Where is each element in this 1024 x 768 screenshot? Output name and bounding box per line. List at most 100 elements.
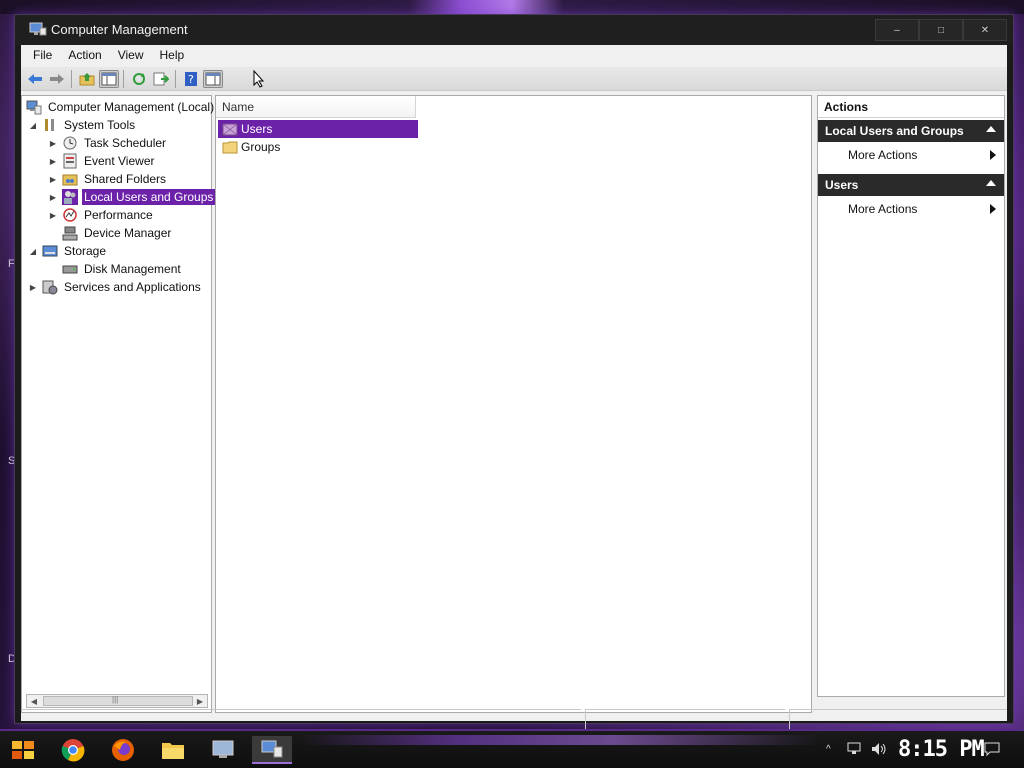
mouse-cursor-icon <box>253 70 265 88</box>
tree-item-disk-management[interactable]: Disk Management <box>58 260 183 278</box>
expand-arrow-icon[interactable]: ▶ <box>48 210 58 220</box>
file-explorer-icon[interactable] <box>158 736 188 764</box>
expand-arrow-icon[interactable]: ▶ <box>48 192 58 202</box>
tree-horizontal-scrollbar[interactable]: ◀ ||| ▶ <box>26 694 208 708</box>
menu-view[interactable]: View <box>110 46 152 64</box>
menu-action[interactable]: Action <box>60 46 109 64</box>
status-bar-segment <box>789 709 1007 729</box>
tree-label: Performance <box>84 208 153 222</box>
toolbar-separator <box>175 70 176 88</box>
computer-management-icon <box>26 100 42 115</box>
show-action-pane-icon[interactable] <box>203 70 223 88</box>
shared-folder-icon <box>62 174 78 186</box>
toolbar-separator <box>71 70 72 88</box>
actions-section-label: Local Users and Groups <box>825 124 964 138</box>
tree-item-device-manager[interactable]: Device Manager <box>58 224 173 242</box>
tree-item-root[interactable]: Computer Management (Local) <box>26 98 216 116</box>
expand-arrow-icon[interactable]: ▶ <box>48 174 58 184</box>
system-icon[interactable] <box>208 736 238 764</box>
scroll-left-icon[interactable]: ◀ <box>27 695 41 707</box>
computer-management-window: Computer Management – □ ✕ File Action Vi… <box>14 14 1014 729</box>
computer-management-icon <box>29 22 47 36</box>
taskbar: ^ 8:15 PM <box>0 729 1024 768</box>
title-bar[interactable]: Computer Management – □ ✕ <box>15 15 1013 45</box>
tree-item-event-viewer[interactable]: ▶ Event Viewer <box>48 152 156 170</box>
tree-label: Local Users and Groups <box>82 189 216 205</box>
help-icon[interactable]: ? <box>181 70 201 88</box>
tree-item-performance[interactable]: ▶ Performance <box>48 206 155 224</box>
actions-title: Actions <box>818 96 1004 118</box>
menu-bar: File Action View Help <box>21 45 1007 65</box>
disk-management-icon <box>62 265 78 274</box>
submenu-arrow-icon <box>990 150 996 160</box>
more-actions-label: More Actions <box>848 202 918 216</box>
services-icon <box>42 280 58 295</box>
scroll-right-icon[interactable]: ▶ <box>193 695 207 707</box>
folder-icon <box>222 123 238 136</box>
close-button[interactable]: ✕ <box>963 19 1007 41</box>
refresh-icon[interactable] <box>129 70 149 88</box>
status-bar-segment <box>585 709 785 729</box>
network-icon[interactable] <box>846 741 864 757</box>
list-item-users[interactable]: Users <box>218 120 418 138</box>
tree-item-shared-folders[interactable]: ▶ Shared Folders <box>48 170 168 188</box>
window-client-area: File Action View Help ? Computer Managem… <box>21 45 1007 729</box>
minimize-button[interactable]: – <box>875 19 919 41</box>
tree-label: Task Scheduler <box>84 136 167 150</box>
export-list-icon[interactable] <box>151 70 171 88</box>
clock-icon <box>63 136 77 150</box>
expand-arrow-icon[interactable]: ▶ <box>28 282 38 292</box>
actions-section-users[interactable]: Users <box>818 174 1004 196</box>
up-folder-icon[interactable] <box>77 70 97 88</box>
expand-arrow-icon[interactable]: ▶ <box>48 156 58 166</box>
start-icon[interactable] <box>8 736 38 764</box>
console-tree: Computer Management (Local) ◢ System Too… <box>21 95 216 713</box>
column-header-name[interactable]: Name <box>216 96 416 118</box>
status-bar-segment <box>21 709 581 729</box>
maximize-button[interactable]: □ <box>919 19 963 41</box>
menu-help[interactable]: Help <box>152 46 193 64</box>
tree-item-services-and-applications[interactable]: ▶ Services and Applications <box>28 278 203 296</box>
tree-label: Storage <box>64 244 107 258</box>
volume-icon[interactable] <box>870 741 888 757</box>
show-hide-tree-icon[interactable] <box>99 70 119 88</box>
folder-icon <box>222 141 238 154</box>
results-list: Name Users Groups <box>215 95 812 713</box>
window-title: Computer Management <box>51 22 188 37</box>
collapse-section-icon[interactable] <box>986 126 996 132</box>
more-actions-item[interactable]: More Actions <box>818 144 1004 166</box>
computer-management-icon[interactable] <box>252 736 292 764</box>
device-manager-icon <box>62 226 78 241</box>
tree-label: Event Viewer <box>84 154 155 168</box>
firefox-icon[interactable] <box>108 736 138 764</box>
event-viewer-icon <box>63 153 77 169</box>
back-icon[interactable] <box>25 70 45 88</box>
list-item-label: Groups <box>241 140 281 154</box>
list-item-groups[interactable]: Groups <box>218 138 418 156</box>
expand-arrow-icon[interactable]: ▶ <box>48 138 58 148</box>
toolbar: ? <box>21 67 1007 91</box>
svg-text:?: ? <box>188 73 194 86</box>
scrollbar-grip-icon: ||| <box>112 695 119 704</box>
toolbar-separator <box>123 70 124 88</box>
taskbar-decoration <box>300 735 820 745</box>
tree-item-task-scheduler[interactable]: ▶ Task Scheduler <box>48 134 168 152</box>
show-hidden-icons-icon[interactable]: ^ <box>826 744 831 755</box>
storage-icon <box>42 245 58 257</box>
notifications-icon[interactable] <box>983 741 1001 757</box>
taskbar-clock[interactable]: 8:15 PM <box>898 737 985 762</box>
actions-section-label: Users <box>825 178 859 192</box>
background-window-strip <box>0 0 1024 14</box>
collapse-arrow-icon[interactable]: ◢ <box>28 120 38 130</box>
forward-icon[interactable] <box>47 70 67 88</box>
chrome-icon[interactable] <box>58 736 88 764</box>
tree-item-local-users-and-groups[interactable]: ▶ Local Users and Groups <box>48 188 216 206</box>
menu-file[interactable]: File <box>25 46 60 64</box>
more-actions-item[interactable]: More Actions <box>818 198 1004 220</box>
collapse-arrow-icon[interactable]: ◢ <box>28 246 38 256</box>
tree-item-system-tools[interactable]: ◢ System Tools <box>28 116 137 134</box>
collapse-section-icon[interactable] <box>986 180 996 186</box>
actions-section-local-users-and-groups[interactable]: Local Users and Groups <box>818 120 1004 142</box>
system-tools-icon <box>45 119 54 131</box>
tree-item-storage[interactable]: ◢ Storage <box>28 242 108 260</box>
